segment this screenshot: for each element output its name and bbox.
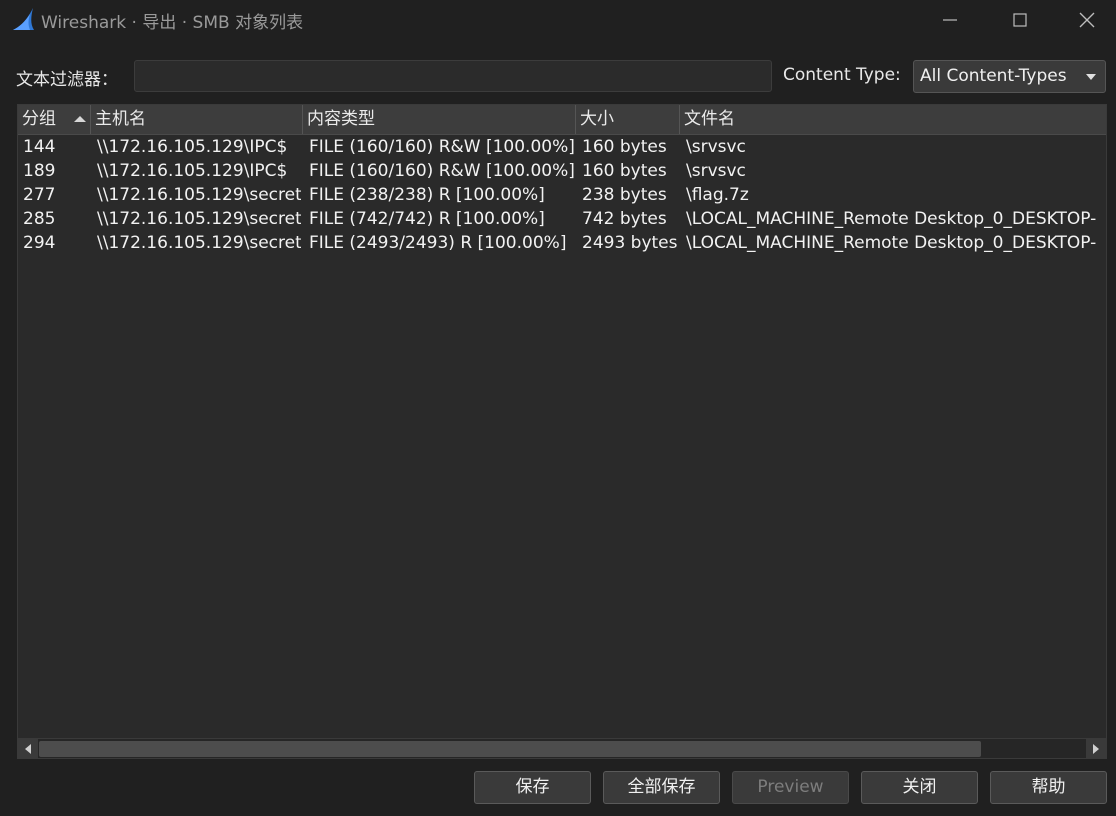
help-button[interactable]: 帮助 bbox=[990, 771, 1107, 804]
cell-size: 238 bytes bbox=[582, 185, 667, 205]
text-filter-label: 文本过滤器： bbox=[16, 70, 118, 90]
cell-hostname: \\172.16.105.129\secret bbox=[97, 233, 301, 253]
close-window-button[interactable] bbox=[1052, 0, 1116, 40]
cell-content-type: FILE (160/160) R&W [100.00%] bbox=[309, 137, 575, 157]
dropdown-arrow-icon bbox=[1086, 74, 1096, 80]
arrow-left-icon bbox=[25, 744, 31, 754]
text-filter-input[interactable] bbox=[134, 60, 772, 92]
cell-hostname: \\172.16.105.129\IPC$ bbox=[97, 137, 288, 157]
cell-packet: 285 bbox=[23, 209, 56, 229]
wireshark-fin-icon bbox=[13, 8, 34, 30]
column-header-packet[interactable]: 分组 bbox=[18, 105, 91, 134]
table-row[interactable]: 189 \\172.16.105.129\IPC$ FILE (160/160)… bbox=[18, 159, 1106, 183]
cell-packet: 294 bbox=[23, 233, 56, 253]
minimize-icon bbox=[943, 19, 957, 21]
cell-content-type: FILE (2493/2493) R [100.00%] bbox=[309, 233, 567, 253]
close-icon bbox=[1079, 12, 1095, 28]
cell-content-type: FILE (160/160) R&W [100.00%] bbox=[309, 161, 575, 181]
column-header-label: 大小 bbox=[580, 109, 614, 129]
column-header-label: 主机名 bbox=[95, 109, 146, 129]
sort-ascending-icon bbox=[74, 116, 86, 122]
table-header: 分组 主机名 内容类型 大小 文件名 bbox=[18, 105, 1106, 135]
table-row[interactable]: 285 \\172.16.105.129\secret FILE (742/74… bbox=[18, 207, 1106, 231]
table-row[interactable]: 294 \\172.16.105.129\secret FILE (2493/2… bbox=[18, 231, 1106, 255]
table-row[interactable]: 277 \\172.16.105.129\secret FILE (238/23… bbox=[18, 183, 1106, 207]
title-bar: Wireshark · 导出 · SMB 对象列表 bbox=[0, 0, 1116, 40]
cell-content-type: FILE (238/238) R [100.00%] bbox=[309, 185, 545, 205]
cell-hostname: \\172.16.105.129\IPC$ bbox=[97, 161, 288, 181]
cell-size: 2493 bytes bbox=[582, 233, 678, 253]
cell-size: 160 bytes bbox=[582, 161, 667, 181]
preview-button[interactable]: Preview bbox=[732, 771, 849, 804]
cell-filename: \LOCAL_MACHINE_Remote Desktop_0_DESKTOP- bbox=[686, 209, 1097, 229]
cell-filename: \flag.7z bbox=[686, 185, 749, 205]
cell-size: 742 bytes bbox=[582, 209, 667, 229]
column-header-content-type[interactable]: 内容类型 bbox=[303, 105, 576, 134]
cell-filename: \srvsvc bbox=[686, 137, 746, 157]
cell-filename: \srvsvc bbox=[686, 161, 746, 181]
scroll-right-button[interactable] bbox=[1086, 739, 1106, 758]
column-header-label: 文件名 bbox=[684, 109, 735, 129]
close-button[interactable]: 关闭 bbox=[861, 771, 978, 804]
horizontal-scrollbar[interactable] bbox=[18, 738, 1106, 758]
content-type-select[interactable]: All Content-Types bbox=[913, 60, 1106, 93]
scroll-left-button[interactable] bbox=[18, 739, 38, 758]
column-header-hostname[interactable]: 主机名 bbox=[91, 105, 303, 134]
maximize-button[interactable] bbox=[985, 0, 1055, 40]
maximize-icon bbox=[1013, 13, 1027, 27]
column-header-size[interactable]: 大小 bbox=[576, 105, 680, 134]
save-all-button[interactable]: 全部保存 bbox=[603, 771, 720, 804]
column-header-filename[interactable]: 文件名 bbox=[680, 105, 1106, 134]
cell-packet: 144 bbox=[23, 137, 56, 157]
cell-filename: \LOCAL_MACHINE_Remote Desktop_0_DESKTOP- bbox=[686, 233, 1097, 253]
cell-packet: 189 bbox=[23, 161, 56, 181]
table-row[interactable]: 144 \\172.16.105.129\IPC$ FILE (160/160)… bbox=[18, 135, 1106, 159]
cell-packet: 277 bbox=[23, 185, 56, 205]
content-type-selected: All Content-Types bbox=[920, 66, 1067, 86]
content-type-label: Content Type: bbox=[783, 65, 901, 85]
column-header-label: 内容类型 bbox=[307, 109, 375, 129]
save-button[interactable]: 保存 bbox=[474, 771, 591, 804]
cell-hostname: \\172.16.105.129\secret bbox=[97, 185, 301, 205]
smb-objects-table: 分组 主机名 内容类型 大小 文件名 144 \\172.16.105.129\… bbox=[17, 104, 1107, 759]
arrow-right-icon bbox=[1093, 744, 1099, 754]
scrollbar-thumb[interactable] bbox=[39, 741, 981, 757]
minimize-button[interactable] bbox=[915, 0, 985, 40]
column-header-label: 分组 bbox=[22, 109, 56, 129]
window-title: Wireshark · 导出 · SMB 对象列表 bbox=[41, 13, 304, 33]
cell-hostname: \\172.16.105.129\secret bbox=[97, 209, 301, 229]
cell-size: 160 bytes bbox=[582, 137, 667, 157]
cell-content-type: FILE (742/742) R [100.00%] bbox=[309, 209, 545, 229]
